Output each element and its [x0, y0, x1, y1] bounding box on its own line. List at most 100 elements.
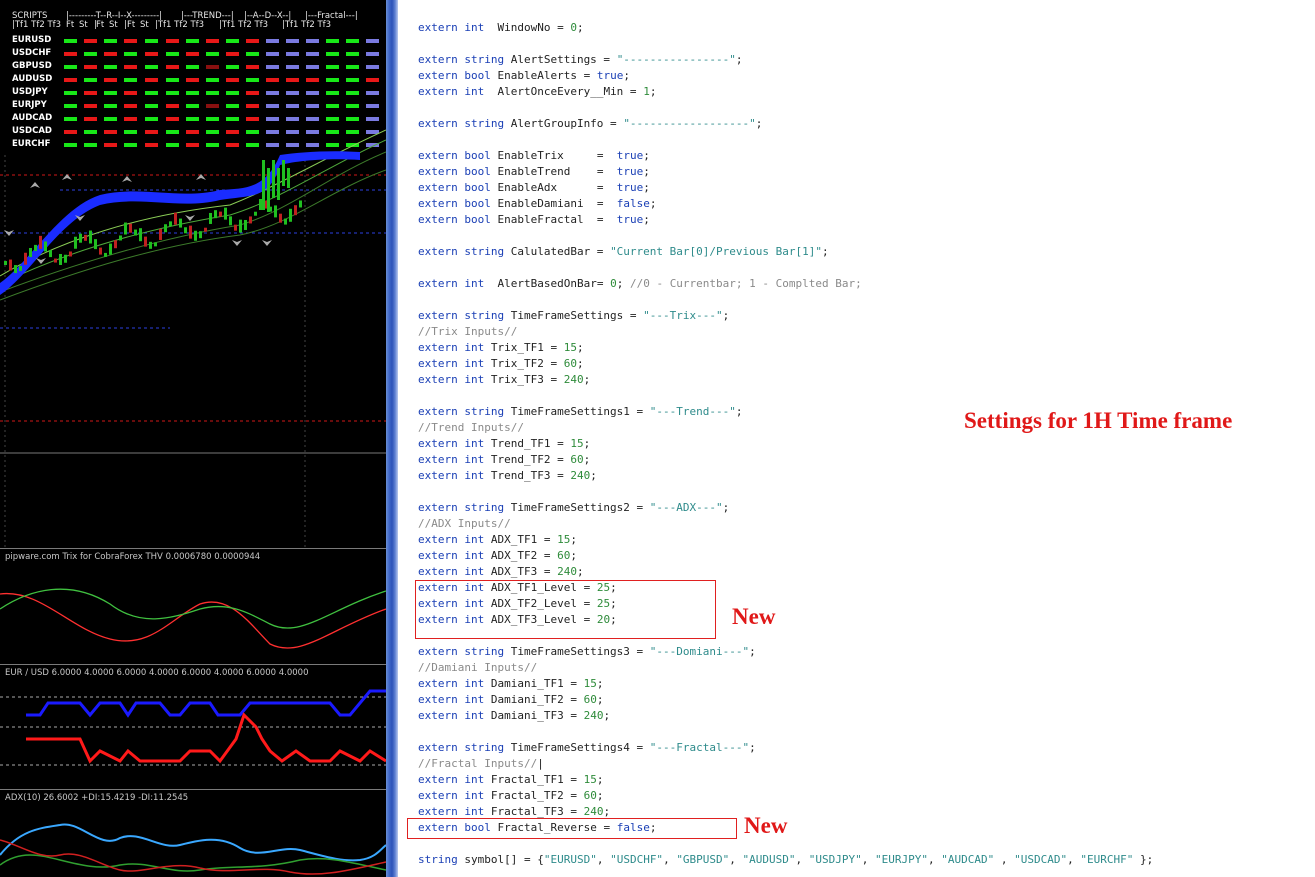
code-token: extern int	[418, 453, 485, 466]
code-line[interactable]: extern int Damiani_TF1 = 15;	[418, 676, 603, 692]
code-line[interactable]: extern int Trend_TF1 = 15;	[418, 436, 590, 452]
trix-pane[interactable]: pipware.com Trix for CobraForex THV 0.00…	[0, 548, 386, 664]
code-token: ;	[821, 245, 829, 258]
code-line[interactable]: extern bool EnableDamiani = false;	[418, 196, 656, 212]
code-line[interactable]: extern string TimeFrameSettings = "---Tr…	[418, 308, 729, 324]
code-line[interactable]: extern string AlertGroupInfo = "--------…	[418, 116, 762, 132]
code-token: ;	[596, 789, 604, 802]
code-line[interactable]: //Damiani Inputs//	[418, 660, 537, 676]
candle	[39, 235, 42, 249]
window-splitter[interactable]	[386, 0, 398, 877]
trix-lines	[0, 588, 386, 649]
code-line[interactable]: //Trend Inputs//	[418, 420, 524, 436]
candle	[29, 247, 32, 257]
code-token: Damiani_TF1 =	[484, 677, 584, 690]
code-token: ,	[596, 853, 611, 866]
adx-step-lines	[0, 689, 386, 766]
code-line[interactable]: extern int Trix_TF3 = 240;	[418, 372, 590, 388]
code-token: extern bool	[418, 165, 491, 178]
code-line[interactable]: extern bool EnableFractal = true;	[418, 212, 650, 228]
adx-lines-pane[interactable]: EUR / USD 6.0000 4.0000 6.0000 4.0000 6.…	[0, 664, 386, 789]
code-line[interactable]: string symbol[] = {"EURUSD", "USDCHF", "…	[418, 852, 1153, 868]
code-token: WindowNo =	[484, 21, 571, 34]
candle	[144, 236, 147, 247]
code-line[interactable]: extern bool EnableTrend = true;	[418, 164, 650, 180]
code-line[interactable]: extern int Trix_TF1 = 15;	[418, 340, 584, 356]
code-token: EnableTrix =	[490, 149, 617, 162]
code-line[interactable]: extern string TimeFrameSettings3 = "---D…	[418, 644, 756, 660]
code-token: ;	[722, 309, 730, 322]
candle	[59, 253, 62, 265]
code-token: extern string	[418, 309, 505, 322]
code-line[interactable]: extern int Trend_TF2 = 60;	[418, 452, 590, 468]
code-editor[interactable]: extern int WindowNo = 0; extern string Al…	[398, 0, 1315, 877]
code-token: extern string	[418, 245, 505, 258]
code-token: extern int	[418, 373, 485, 386]
candle	[4, 261, 7, 265]
code-line[interactable]: extern int ADX_TF1 = 15;	[418, 532, 577, 548]
code-token: extern int	[418, 437, 485, 450]
candle	[139, 228, 142, 242]
code-token: "AUDCAD"	[941, 853, 995, 866]
code-line[interactable]: extern string TimeFrameSettings1 = "---T…	[418, 404, 743, 420]
code-line[interactable]: extern int Trix_TF2 = 60;	[418, 356, 584, 372]
code-token: 15	[583, 773, 597, 786]
code-line[interactable]: extern int AlertBasedOnBar= 0; //0 - Cur…	[418, 276, 862, 292]
candle	[34, 244, 37, 251]
adx-pane[interactable]: ADX(10) 26.6002 +DI:15.4219 -DI:11.2545	[0, 789, 386, 877]
chart-window[interactable]: SCRIPTS |---------T--R--I--X---------| |…	[0, 0, 386, 877]
candle	[9, 259, 12, 271]
code-token: 0	[570, 21, 577, 34]
code-line[interactable]: extern bool EnableAdx = true;	[418, 180, 650, 196]
code-token: "------------------"	[623, 117, 756, 130]
code-token: ;	[755, 117, 763, 130]
code-line[interactable]: //Trix Inputs//	[418, 324, 517, 340]
candle	[149, 241, 152, 249]
code-token: "---Fractal---"	[649, 741, 750, 754]
candle	[189, 225, 192, 239]
code-line[interactable]: extern int Fractal_TF1 = 15;	[418, 772, 603, 788]
code-line[interactable]: extern string TimeFrameSettings2 = "---A…	[418, 500, 729, 516]
code-token: ;	[570, 533, 577, 546]
candle	[234, 224, 237, 231]
code-line[interactable]: //Fractal Inputs//|	[418, 756, 544, 772]
price-chart[interactable]	[0, 0, 386, 548]
code-token: 60	[583, 693, 597, 706]
code-line[interactable]: extern string CalulatedBar = "Current Ba…	[418, 244, 829, 260]
code-token: ;	[616, 277, 630, 290]
code-token: "Current Bar[0]/Previous Bar[1]"	[610, 245, 822, 258]
code-token: extern string	[418, 741, 505, 754]
candle	[164, 224, 167, 233]
code-line[interactable]: extern int Fractal_TF2 = 60;	[418, 788, 603, 804]
code-token: extern int	[418, 341, 485, 354]
code-token: extern int	[418, 709, 485, 722]
code-line[interactable]: extern int AlertOnceEvery__Min = 1;	[418, 84, 656, 100]
code-token: 60	[570, 453, 584, 466]
code-token: Trend_TF3 =	[484, 469, 571, 482]
code-token: Trend_TF2 =	[484, 453, 571, 466]
code-token: Fractal_TF1 =	[484, 773, 584, 786]
candle	[199, 231, 202, 239]
code-token: extern int	[418, 805, 485, 818]
code-line[interactable]: extern bool EnableTrix = true;	[418, 148, 650, 164]
code-line[interactable]: extern int Damiani_TF3 = 240;	[418, 708, 610, 724]
code-token: ;	[596, 773, 604, 786]
code-token: ;	[649, 197, 657, 210]
candle	[267, 168, 270, 212]
code-token: ,	[861, 853, 876, 866]
code-token: 240	[563, 373, 584, 386]
code-line[interactable]: extern int WindowNo = 0;	[418, 20, 584, 36]
candle	[89, 230, 92, 244]
code-line[interactable]: extern int ADX_TF2 = 60;	[418, 548, 577, 564]
code-line[interactable]: extern string AlertSettings = "---------…	[418, 52, 743, 68]
candle	[44, 241, 47, 252]
code-token: ,	[663, 853, 677, 866]
code-token: ,	[928, 853, 942, 866]
code-line[interactable]: extern int Damiani_TF2 = 60;	[418, 692, 603, 708]
code-line[interactable]: extern int ADX_TF3 = 240;	[418, 564, 584, 580]
code-line[interactable]: extern int Trend_TF3 = 240;	[418, 468, 597, 484]
candle	[284, 218, 287, 225]
code-line[interactable]: //ADX Inputs//	[418, 516, 511, 532]
code-line[interactable]: extern string TimeFrameSettings4 = "---F…	[418, 740, 756, 756]
code-line[interactable]: extern bool EnableAlerts = true;	[418, 68, 630, 84]
